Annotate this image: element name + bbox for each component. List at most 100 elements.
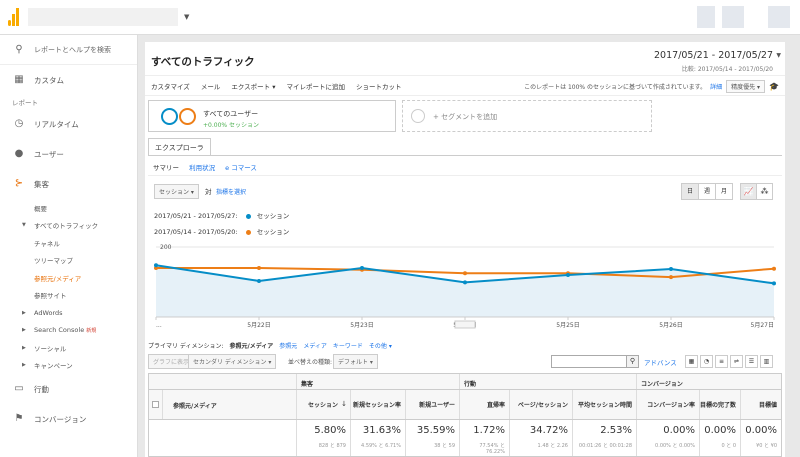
avatar[interactable] xyxy=(768,6,790,28)
search-icon[interactable]: ⚲ xyxy=(626,355,639,368)
sidebar-item-referrals[interactable]: 参照サイト xyxy=(0,287,137,305)
sort-type-value: デフォルト xyxy=(338,359,369,366)
performance-view-icon[interactable]: ≡ xyxy=(715,355,728,368)
behavior-icon: ▭ xyxy=(14,383,24,394)
segment-all-users[interactable]: すべてのユーザー +0.00% セッション xyxy=(148,100,396,132)
total-value: 1.72% xyxy=(473,425,505,436)
col-sessions[interactable]: セッション ↓ xyxy=(297,390,351,419)
new-badge: 新規 xyxy=(86,327,97,334)
data-point[interactable] xyxy=(669,275,673,280)
apps-icon[interactable] xyxy=(697,6,715,28)
graduation-cap-icon[interactable]: 🎓 xyxy=(769,82,779,91)
sidebar-item-treemap[interactable]: ツリーマップ xyxy=(0,252,137,270)
export-button[interactable]: エクスポート ▾ xyxy=(231,81,275,91)
sidebar-item-conversions[interactable]: ⚑ コンバージョン xyxy=(0,404,137,434)
advanced-link[interactable]: アドバンス xyxy=(644,357,677,367)
sidebar-item-acquisition[interactable]: ⊱ 集客 xyxy=(0,169,137,199)
chevron-down-icon[interactable]: ▼ xyxy=(776,52,781,59)
x-tick-label: 5月26日 xyxy=(659,322,682,329)
chart-resize-handle[interactable] xyxy=(454,320,476,329)
dim-medium[interactable]: メディア xyxy=(303,341,327,350)
sidebar-item-campaigns[interactable]: ▶ キャンペーン xyxy=(0,357,137,375)
chevron-down-icon[interactable]: ▼ xyxy=(184,13,189,21)
dim-source[interactable]: 参照元 xyxy=(279,341,297,350)
sidebar-item-custom[interactable]: ▦ カスタム xyxy=(0,65,137,95)
dim-source-medium[interactable]: 参照元/メディア xyxy=(230,341,274,350)
col-avg-session-duration[interactable]: 平均セッション時間 xyxy=(573,390,637,419)
data-point[interactable] xyxy=(154,263,158,268)
data-point[interactable] xyxy=(257,266,261,270)
col-conversion-rate[interactable]: コンバージョン率 xyxy=(637,390,700,419)
details-link[interactable]: 詳細 xyxy=(710,82,722,91)
select-all-checkbox[interactable] xyxy=(149,390,163,419)
sidebar-item-all-traffic[interactable]: ▼ すべてのトラフィック xyxy=(0,217,137,235)
col-new-session-rate[interactable]: 新規セッション率 xyxy=(351,390,406,419)
triangle-right-icon: ▶ xyxy=(22,344,26,351)
col-pages-per-session[interactable]: ページ/セッション xyxy=(510,390,573,419)
col-goal-completions[interactable]: 目標の完了数 xyxy=(700,390,741,419)
sort-type-select[interactable]: デフォルト ▾ xyxy=(333,354,378,369)
col-bounce-rate[interactable]: 直帰率 xyxy=(460,390,510,419)
sidebar-item-label: 参照元/メディア xyxy=(34,274,82,283)
search-input[interactable]: ⚲ レポートとヘルプを検索 xyxy=(0,35,137,65)
tab-summary[interactable]: サマリー xyxy=(153,164,179,172)
customize-button[interactable]: カスタマイズ xyxy=(151,81,190,91)
metric-select[interactable]: セッション ▾ xyxy=(154,184,199,199)
pivot-view-icon[interactable]: ▥ xyxy=(760,355,773,368)
sidebar-item-search-console[interactable]: ▶ Search Console 新規 xyxy=(0,322,137,340)
data-point[interactable] xyxy=(772,281,776,286)
period-month-button[interactable]: 月 xyxy=(715,183,733,200)
x-tick-label: 5月22日 xyxy=(247,322,270,329)
data-point[interactable] xyxy=(463,271,467,276)
period-week-button[interactable]: 週 xyxy=(698,183,716,200)
sidebar-item-overview[interactable]: 概要 xyxy=(0,199,137,217)
dim-column-header[interactable]: 参照元/メディア xyxy=(163,390,297,419)
person-icon: ● xyxy=(14,148,24,159)
sidebar: ⚲ レポートとヘルプを検索 ▦ カスタム レポート ◷ リアルタイム ● ユーザ… xyxy=(0,35,138,457)
secondary-dimension-select[interactable]: セカンダリ ディメンション ▾ xyxy=(188,354,277,369)
tab-usage[interactable]: 利用状況 xyxy=(189,164,215,172)
data-point[interactable] xyxy=(257,278,261,283)
table-search-input[interactable] xyxy=(551,355,629,368)
data-point[interactable] xyxy=(772,266,776,271)
data-point[interactable] xyxy=(360,266,364,270)
sidebar-item-social[interactable]: ▶ ソーシャル xyxy=(0,339,137,357)
add-segment-button[interactable]: + セグメントを追加 xyxy=(402,100,652,132)
table-view-icon[interactable]: ▦ xyxy=(685,355,698,368)
analytics-logo-icon[interactable] xyxy=(8,8,20,26)
dim-other[interactable]: その他 ▾ xyxy=(369,341,392,350)
col-goal-value[interactable]: 目標値 xyxy=(741,390,781,419)
sidebar-item-label: 集客 xyxy=(34,179,49,189)
select-metric-link[interactable]: 指標を選択 xyxy=(216,187,246,196)
comparison-view-icon[interactable]: ⇌ xyxy=(730,355,743,368)
account-selector[interactable] xyxy=(28,8,178,26)
group-conversions: コンバージョン xyxy=(641,381,683,388)
add-dashboard-button[interactable]: マイレポートに追加 xyxy=(286,81,345,91)
notifications-icon[interactable] xyxy=(722,6,744,28)
date-range[interactable]: 2017/05/21 - 2017/05/27 xyxy=(654,50,773,61)
precision-select[interactable]: 精度優先 ▾ xyxy=(726,80,766,93)
shortcut-button[interactable]: ショートカット xyxy=(356,81,402,91)
tab-explorer[interactable]: エクスプローラ xyxy=(148,138,211,156)
sidebar-item-realtime[interactable]: ◷ リアルタイム xyxy=(0,109,137,139)
line-chart-icon[interactable]: 📈 xyxy=(740,183,757,200)
sidebar-item-source-medium[interactable]: 参照元/メディア xyxy=(0,269,137,287)
email-button[interactable]: メール xyxy=(201,81,221,91)
col-new-users[interactable]: 新規ユーザー xyxy=(406,390,460,419)
sidebar-item-behavior[interactable]: ▭ 行動 xyxy=(0,374,137,404)
period-day-button[interactable]: 日 xyxy=(681,183,699,200)
data-point[interactable] xyxy=(463,280,467,285)
pie-view-icon[interactable]: ◔ xyxy=(700,355,713,368)
segment-circle-icon xyxy=(179,108,196,125)
data-point[interactable] xyxy=(669,267,673,272)
term-cloud-view-icon[interactable]: ☰ xyxy=(745,355,758,368)
sidebar-item-audience[interactable]: ● ユーザー xyxy=(0,139,137,169)
data-point[interactable] xyxy=(566,273,570,277)
motion-chart-icon[interactable]: ⁂ xyxy=(756,183,773,200)
total-cell: 0.00% 0 と 0 xyxy=(700,420,741,456)
add-circle-icon xyxy=(411,109,425,123)
sidebar-item-adwords[interactable]: ▶ AdWords xyxy=(0,304,137,322)
tab-ecommerce[interactable]: e コマース xyxy=(225,164,257,172)
sidebar-item-channels[interactable]: チャネル xyxy=(0,234,137,252)
dim-keyword[interactable]: キーワード xyxy=(333,341,363,350)
